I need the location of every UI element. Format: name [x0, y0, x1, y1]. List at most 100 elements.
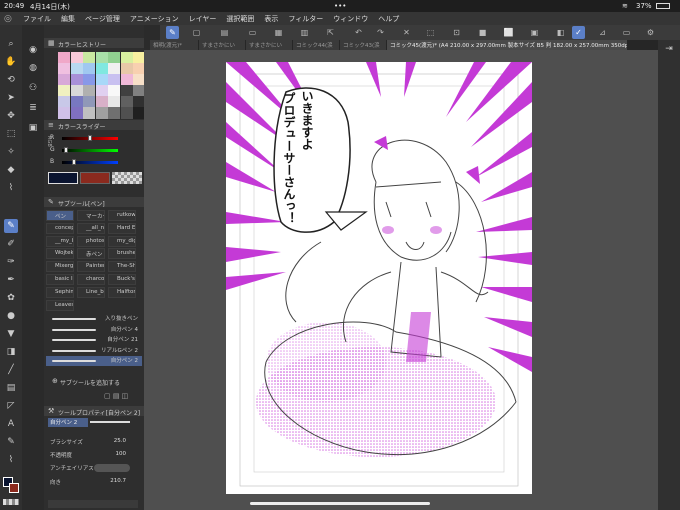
- subtool-item[interactable]: charcoa: [77, 274, 105, 285]
- fill-icon[interactable]: ■: [476, 26, 489, 39]
- subtool-item[interactable]: Buck's: [108, 274, 136, 285]
- new-file-icon[interactable]: ▢: [190, 26, 203, 39]
- rotate-icon[interactable]: ⟲: [4, 73, 18, 87]
- deselect-icon[interactable]: ▣: [528, 26, 541, 39]
- add-subtool-button[interactable]: サブツールを追加する: [60, 378, 120, 387]
- opacity-value[interactable]: 100: [116, 451, 127, 457]
- subtool-header[interactable]: ✎ サブツール[ペン]: [44, 197, 144, 208]
- eyedropper-icon[interactable]: ⌇: [4, 181, 18, 195]
- gradient-icon[interactable]: ◨: [4, 345, 18, 359]
- brush-item[interactable]: 自分ペン 2: [46, 356, 142, 366]
- color-history-swatch[interactable]: [58, 107, 70, 119]
- menu-view[interactable]: 表示: [259, 14, 283, 24]
- color-history-header[interactable]: ▦ カラーヒストリー: [44, 38, 144, 49]
- sub-color-swatch[interactable]: [9, 483, 19, 493]
- ruler-icon[interactable]: ◸: [4, 399, 18, 413]
- menu-selection[interactable]: 選択範囲: [221, 14, 259, 24]
- menu-filter[interactable]: フィルター: [283, 14, 328, 24]
- subtool-item[interactable]: ペン: [46, 210, 74, 221]
- subtool-item[interactable]: __all_n: [77, 222, 105, 234]
- pen-icon[interactable]: ✎: [4, 219, 18, 233]
- direction-row[interactable]: 向き 210.7: [50, 478, 140, 487]
- color-history-swatch[interactable]: [120, 107, 133, 119]
- tab-document-2[interactable]: すまさかにい: [199, 40, 245, 50]
- brush-item[interactable]: 入り抜きペン: [46, 314, 142, 324]
- opacity-row[interactable]: 不透明度 100: [50, 451, 140, 460]
- subtool-item[interactable]: concept: [46, 222, 74, 234]
- canvas-page[interactable]: いきますよ プロデューサーさんっ！: [226, 62, 532, 494]
- subtool-item[interactable]: __my_b: [46, 235, 74, 247]
- subtool-settings-icon[interactable]: ▢ ▤ ◫: [104, 392, 128, 400]
- subtool-item[interactable]: Hard Ed: [108, 222, 136, 234]
- color-history-swatch[interactable]: [108, 107, 120, 119]
- brush-item[interactable]: 自分ペン 4: [46, 325, 142, 335]
- zoom-icon[interactable]: ⌕: [4, 37, 18, 51]
- brush-item[interactable]: 自分ペン 21: [46, 335, 142, 345]
- tool-property-header[interactable]: ⚒ ツールプロパティ[自分ペン 2]: [44, 406, 144, 417]
- sub-color-preview[interactable]: [80, 172, 110, 184]
- menu-edit[interactable]: 編集: [56, 14, 80, 24]
- snap-ruler-icon[interactable]: ✓: [572, 26, 585, 39]
- new-page-icon[interactable]: ▤: [218, 26, 231, 39]
- antialias-selector[interactable]: [94, 464, 130, 472]
- color-history-swatch[interactable]: [70, 107, 83, 119]
- subtool-item[interactable]: Line_b: [77, 286, 105, 298]
- subtool-item[interactable]: マーカー: [77, 210, 105, 221]
- correct-line-icon[interactable]: ⌇: [4, 453, 18, 467]
- fill-bucket-icon[interactable]: ▼: [4, 327, 18, 341]
- direction-value[interactable]: 210.7: [110, 478, 126, 484]
- airbrush-icon[interactable]: ✒: [4, 273, 18, 287]
- snap-special-icon[interactable]: ▭: [620, 26, 633, 39]
- color-history-swatch[interactable]: [83, 107, 95, 119]
- menu-animation[interactable]: アニメーション: [125, 14, 184, 24]
- transparent-color-swatch[interactable]: [3, 499, 19, 505]
- save-icon[interactable]: ▦: [272, 26, 285, 39]
- tab-document-5[interactable]: コミック43(涙: [340, 40, 386, 50]
- export-icon[interactable]: ⇱: [324, 26, 337, 39]
- move-layer-icon[interactable]: ✥: [4, 109, 18, 123]
- layer-props-icon[interactable]: ⚇: [26, 81, 40, 95]
- brush-item[interactable]: リアルGペン 2: [46, 346, 142, 356]
- crop-icon[interactable]: ⊡: [450, 26, 463, 39]
- menu-window[interactable]: ウィンドウ: [328, 14, 373, 24]
- lasso-icon[interactable]: ✧: [4, 145, 18, 159]
- subtool-item[interactable]: 赤ペン: [77, 248, 105, 260]
- hand-icon[interactable]: ✋: [4, 55, 18, 69]
- invert-icon[interactable]: ◧: [554, 26, 567, 39]
- clear-icon[interactable]: ✕: [400, 26, 413, 39]
- brush-size-value[interactable]: 25.0: [114, 438, 126, 444]
- menu-help[interactable]: ヘルプ: [373, 14, 404, 24]
- green-slider-knob[interactable]: [64, 147, 68, 153]
- balloon-icon[interactable]: ✎: [4, 435, 18, 449]
- subtool-item[interactable]: Sephim: [46, 286, 74, 298]
- frame-icon[interactable]: ▤: [4, 381, 18, 395]
- subtool-item[interactable]: my_digit: [108, 235, 136, 247]
- print-icon[interactable]: ▥: [298, 26, 311, 39]
- subtool-item[interactable]: brushes: [108, 248, 136, 260]
- color-set-icon[interactable]: ◍: [26, 61, 40, 75]
- brush-icon[interactable]: ✑: [4, 255, 18, 269]
- operation-icon[interactable]: ➤: [4, 91, 18, 105]
- tab-document-1[interactable]: 相明(渡元)*: [150, 40, 198, 50]
- eraser-icon[interactable]: ◆: [4, 163, 18, 177]
- transform-icon[interactable]: ⬚: [424, 26, 437, 39]
- subtool-item[interactable]: Leaves: [46, 299, 74, 311]
- undo-icon[interactable]: ↶: [352, 26, 365, 39]
- figure-icon[interactable]: ╱: [4, 363, 18, 377]
- green-slider[interactable]: [62, 149, 118, 152]
- menu-page[interactable]: ページ管理: [80, 14, 125, 24]
- subtool-item[interactable]: rutkowski: [108, 210, 136, 221]
- subtool-item[interactable]: Painter: [77, 261, 105, 273]
- multitask-dots[interactable]: •••: [334, 2, 346, 10]
- text-icon[interactable]: A: [4, 417, 18, 431]
- subtool-item[interactable]: photosi: [77, 235, 105, 247]
- tab-document-active[interactable]: コミック45(渡元)* (A4 210.00 x 297.00mm 製本サイズ …: [387, 40, 627, 50]
- app-logo-icon[interactable]: ◎: [4, 14, 18, 24]
- tab-document-3[interactable]: すまさかにい: [246, 40, 292, 50]
- red-slider-knob[interactable]: [88, 135, 92, 141]
- subtool-item[interactable]: Mixergo: [46, 261, 74, 273]
- subtool-item[interactable]: basic I: [46, 274, 74, 285]
- selection-icon[interactable]: ⬜: [502, 26, 515, 39]
- snap-grid-icon[interactable]: ⊿: [596, 26, 609, 39]
- brush-size-row[interactable]: ブラシサイズ 25.0: [50, 438, 140, 447]
